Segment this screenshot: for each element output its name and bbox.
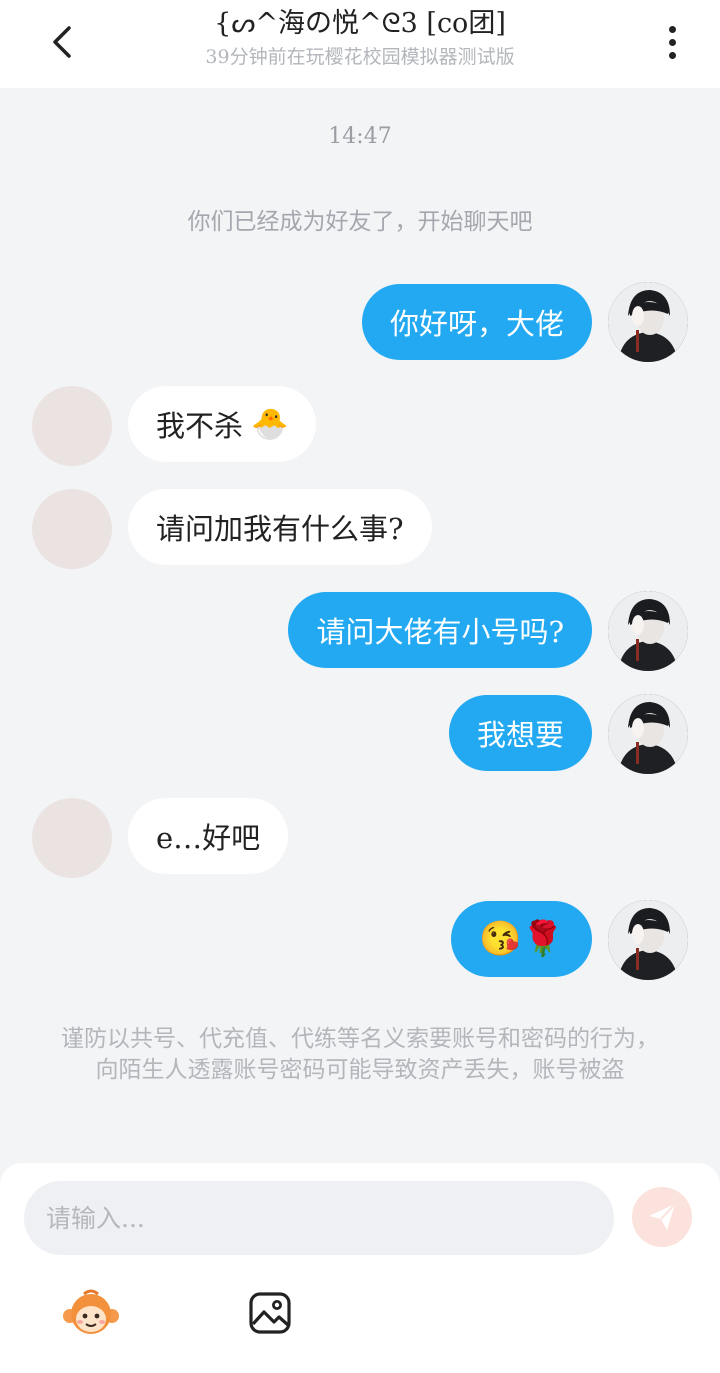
paper-plane-icon xyxy=(649,1203,676,1230)
chat-status: 39分钟前在玩樱花校园模拟器测试版 xyxy=(205,46,515,68)
contact-avatar[interactable] xyxy=(32,798,112,878)
message-bubble-incoming[interactable]: 我不杀 🐣 xyxy=(128,386,317,462)
my-avatar[interactable] xyxy=(608,694,688,774)
security-warning: 谨防以共号、代充值、代练等名义索要账号和密码的行为，向陌生人透露账号密码可能导致… xyxy=(61,1026,659,1083)
contact-avatar[interactable] xyxy=(32,489,112,569)
my-avatar[interactable] xyxy=(608,900,688,980)
more-vertical-icon xyxy=(668,25,676,33)
emoji-message: 😘🌹 xyxy=(479,919,564,959)
back-button[interactable] xyxy=(36,16,88,68)
monkey-sticker-icon xyxy=(63,1289,119,1334)
message-bubble-outgoing[interactable]: 😘🌹 xyxy=(451,901,592,977)
more-options-button[interactable] xyxy=(652,20,692,64)
message-input-wrapper[interactable] xyxy=(24,1181,614,1255)
image-button[interactable] xyxy=(239,1285,301,1341)
message-text: 请问加我有什么事? xyxy=(156,512,404,546)
message-text: e…好吧 xyxy=(156,821,261,855)
message-text: 你好呀，大佬 xyxy=(389,307,564,341)
contact-avatar[interactable] xyxy=(32,386,112,466)
system-note: 你们已经成为好友了，开始聊天吧 xyxy=(187,209,533,235)
chat-title-block: {ᔕ^海の悦^ᘓ3 [co团] 39分钟前在玩樱花校园模拟器测试版 xyxy=(120,6,600,70)
image-icon xyxy=(249,1292,291,1334)
message-bubble-outgoing[interactable]: 我想要 xyxy=(448,695,592,771)
chat-header: {ᔕ^海の悦^ᘓ3 [co团] 39分钟前在玩樱花校园模拟器测试版 xyxy=(0,0,720,88)
message-timestamp: 14:47 xyxy=(328,124,392,149)
input-panel xyxy=(0,1163,720,1373)
chevron-left-icon xyxy=(53,26,71,58)
message-text: 我不杀 xyxy=(156,409,244,443)
sticker-button[interactable] xyxy=(60,1285,122,1341)
message-text: 请问大佬有小号吗? xyxy=(316,615,564,649)
message-bubble-incoming[interactable]: 请问加我有什么事? xyxy=(128,489,432,565)
message-bubble-outgoing[interactable]: 请问大佬有小号吗? xyxy=(288,592,592,668)
sticker-emoji: 🐣 xyxy=(251,406,289,442)
send-button[interactable] xyxy=(632,1187,692,1247)
message-list[interactable]: 14:47 你们已经成为好友了，开始聊天吧 你好呀，大佬 我不杀 🐣 请问加我有… xyxy=(0,88,720,1178)
message-bubble-outgoing[interactable]: 你好呀，大佬 xyxy=(361,284,592,360)
chat-title: {ᔕ^海の悦^ᘓ3 [co团] xyxy=(214,8,506,39)
message-input[interactable] xyxy=(46,1203,614,1233)
message-text: 我想要 xyxy=(476,718,564,752)
message-bubble-incoming[interactable]: e…好吧 xyxy=(128,798,289,874)
my-avatar[interactable] xyxy=(608,591,688,671)
my-avatar[interactable] xyxy=(608,282,688,362)
